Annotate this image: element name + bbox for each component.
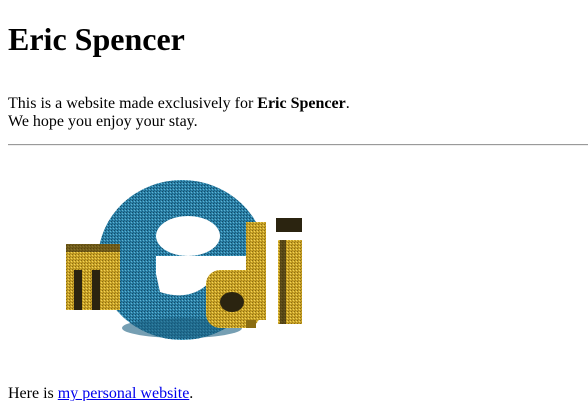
logo-letter-i <box>276 218 302 324</box>
intro-paragraph: This is a website made exclusively for E… <box>8 95 580 131</box>
footer-suffix: . <box>189 385 194 401</box>
footer-line: Here is my personal website. <box>8 385 193 401</box>
email-3d-logo-icon <box>60 170 320 350</box>
intro-name: Eric Spencer <box>257 95 346 112</box>
personal-website-link[interactable]: my personal website <box>58 385 190 401</box>
page-title: Eric Spencer <box>8 21 185 57</box>
divider <box>8 144 588 146</box>
footer-prefix: Here is <box>8 385 58 401</box>
intro-prefix: This is a website made exclusively for <box>8 95 258 112</box>
page-body: Eric Spencer This is a website made excl… <box>0 0 588 401</box>
intro-suffix: . <box>345 95 350 112</box>
intro-line-2: We hope you enjoy your stay. <box>8 113 198 130</box>
logo-letter-l <box>246 222 266 320</box>
email-logo-svg <box>66 180 302 340</box>
logo-letter-m <box>66 244 120 310</box>
